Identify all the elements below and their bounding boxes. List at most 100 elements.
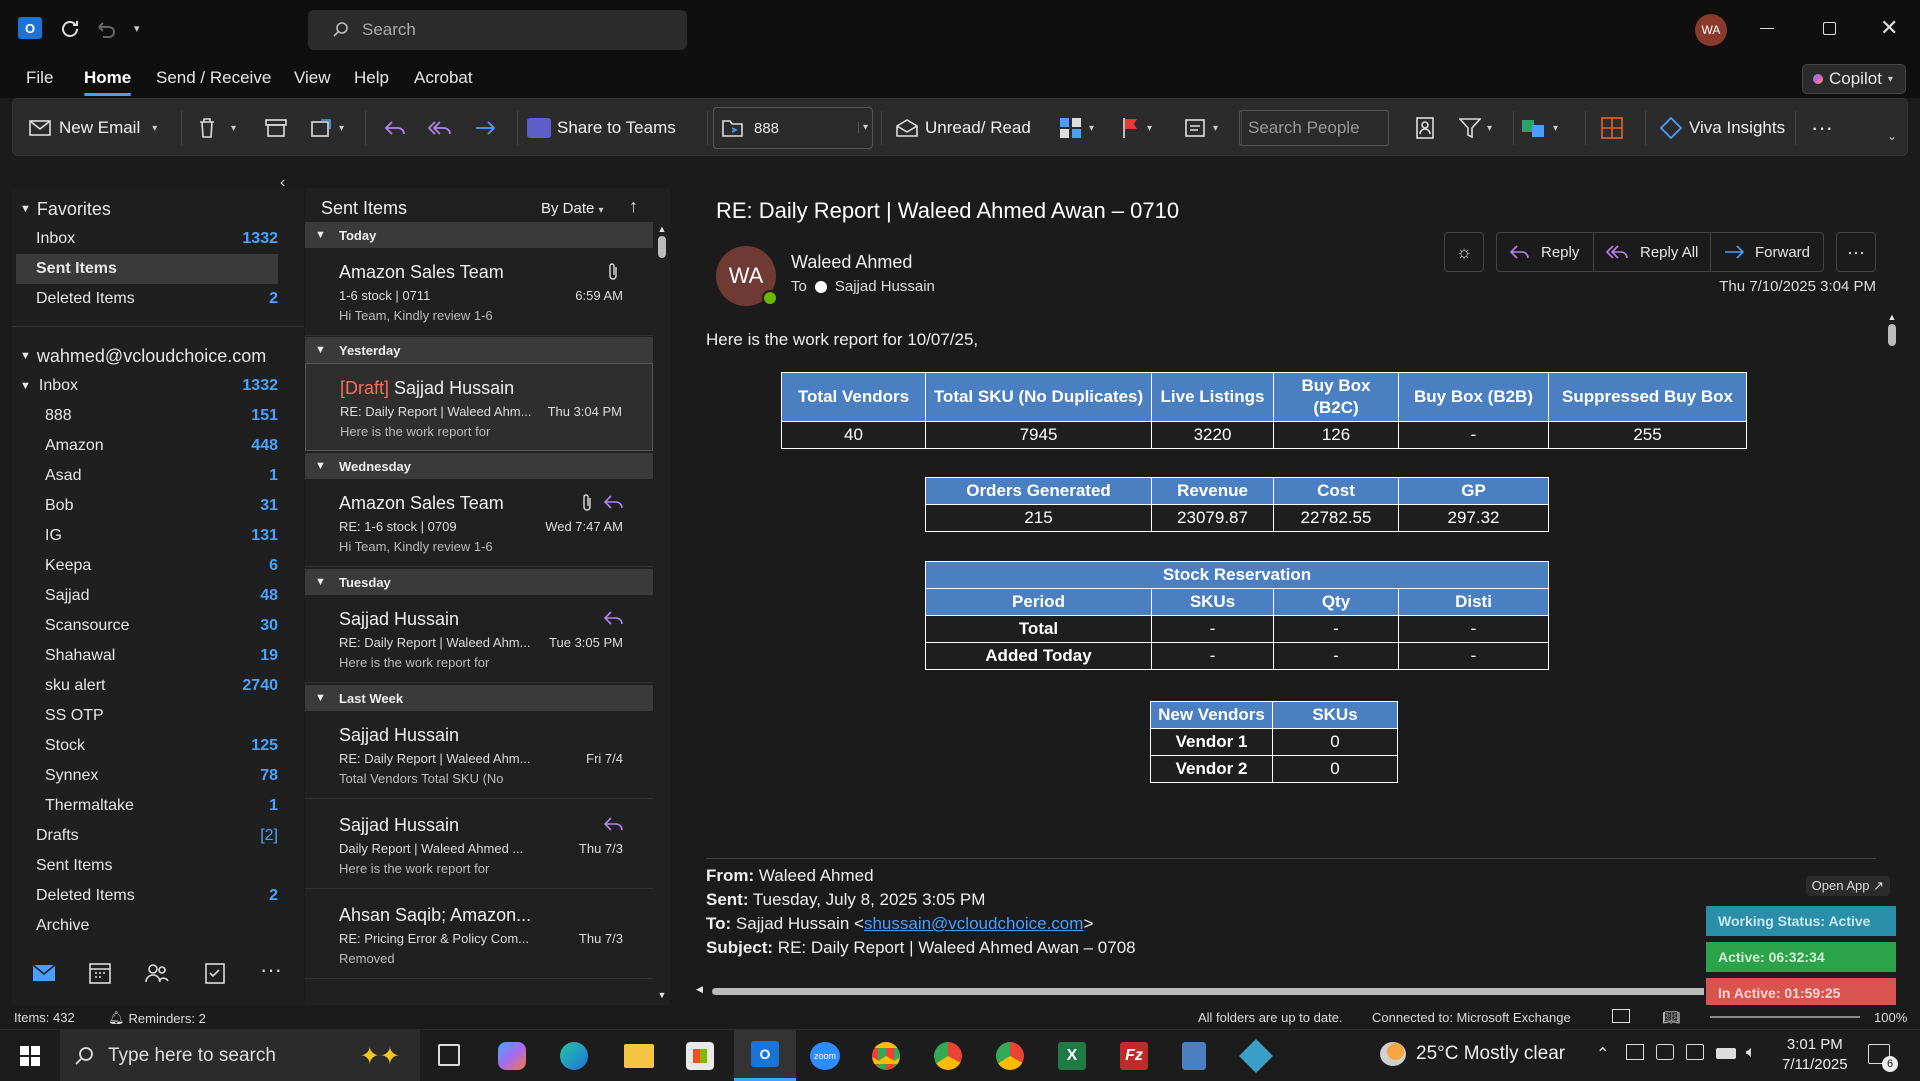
apps-button[interactable] — [1601, 99, 1623, 157]
maximize-button[interactable] — [1823, 22, 1836, 35]
chrome-icon[interactable] — [872, 1042, 900, 1070]
store-icon[interactable] — [686, 1042, 714, 1070]
network-icon[interactable] — [1626, 1044, 1644, 1060]
new-email-button[interactable]: New Email ▾ — [29, 99, 157, 157]
filezilla-icon[interactable]: Fz — [1120, 1042, 1148, 1070]
tab-acrobat[interactable]: Acrobat — [414, 68, 473, 88]
undo-button[interactable] — [383, 99, 407, 157]
folder-item[interactable]: Archive — [12, 911, 304, 941]
folder-item[interactable]: Drafts [2] — [12, 821, 304, 851]
show-hidden-icons[interactable]: ⌃ — [1596, 1044, 1609, 1064]
subfolder-item[interactable]: Stock 125 — [12, 731, 304, 761]
list-item-selected[interactable]: [Draft] Sajjad Hussain RE: Daily Report … — [305, 363, 653, 451]
account-header[interactable]: ▼ wahmed@vcloudchoice.com — [12, 341, 304, 371]
subfolder-item[interactable]: Asad 1 — [12, 461, 304, 491]
calendar-icon[interactable] — [88, 961, 112, 985]
list-item[interactable]: Sajjad Hussain RE: Daily Report | Waleed… — [305, 711, 653, 799]
reply-button[interactable]: Reply — [1496, 232, 1594, 272]
body-scrollbar[interactable]: ▲ — [1886, 312, 1898, 752]
archive-button[interactable] — [265, 99, 287, 157]
chrome-profile-icon[interactable] — [934, 1042, 962, 1070]
display-icon[interactable] — [1686, 1044, 1704, 1060]
scroll-thumb[interactable] — [712, 988, 1712, 995]
more-actions-button[interactable]: ··· — [1836, 232, 1876, 272]
meet-now-icon[interactable] — [1656, 1044, 1674, 1060]
open-app-button[interactable]: Open App ↗ — [1805, 876, 1890, 896]
scroll-up-icon[interactable]: ▲ — [1886, 312, 1898, 322]
outlook-taskbar-icon[interactable]: O — [734, 1030, 796, 1081]
group-header-last-week[interactable]: ▼ Last Week — [305, 685, 653, 711]
mail-icon[interactable] — [32, 963, 56, 983]
subfolder-item[interactable]: IG 131 — [12, 521, 304, 551]
subfolder-item[interactable]: Keepa 6 — [12, 551, 304, 581]
close-button[interactable]: ✕ — [1880, 15, 1898, 41]
zoom-level[interactable]: 100% — [1874, 1010, 1907, 1025]
subfolder-item[interactable]: sku alert 2740 — [12, 671, 304, 701]
search-box[interactable]: Search — [308, 10, 687, 50]
share-to-teams-button[interactable]: Share to Teams — [527, 99, 676, 157]
subfolder-item[interactable]: Scansource 30 — [12, 611, 304, 641]
move-to-folder-dropdown[interactable]: 888 ▾ — [713, 107, 873, 149]
windows-start-icon[interactable] — [20, 1046, 40, 1066]
favorite-folder[interactable]: Deleted Items 2 — [12, 284, 304, 314]
sort-direction-icon[interactable]: ↑ — [629, 196, 638, 217]
scroll-left-icon[interactable]: ◀ — [696, 984, 703, 995]
group-header-today[interactable]: ▼ Today — [305, 222, 653, 248]
collapse-ribbon-icon[interactable]: ⌄ — [1887, 129, 1897, 143]
undo-icon[interactable] — [94, 17, 118, 41]
rules-button[interactable]: ▾ — [1185, 99, 1218, 157]
list-item[interactable]: Amazon Sales Team RE: 1-6 stock | 0709 W… — [305, 479, 653, 567]
search-people-input[interactable]: Search People — [1239, 110, 1389, 146]
sync-icon[interactable] — [58, 17, 82, 41]
scroll-up-icon[interactable]: ▲ — [656, 224, 668, 234]
subfolder-item[interactable]: SS OTP — [12, 701, 304, 731]
follow-up-button[interactable]: ▾ — [1121, 99, 1152, 157]
zoom-slider[interactable] — [1710, 1016, 1860, 1018]
app-diamond-icon[interactable] — [1239, 1039, 1273, 1073]
zoom-app-icon[interactable]: zoom — [810, 1042, 840, 1070]
subfolder-item[interactable]: Synnex 78 — [12, 761, 304, 791]
calculator-icon[interactable] — [1182, 1042, 1206, 1070]
tab-home[interactable]: Home — [84, 68, 132, 96]
edge-icon[interactable] — [560, 1042, 588, 1070]
group-header-wednesday[interactable]: ▼ Wednesday — [305, 453, 653, 479]
excel-icon[interactable]: X — [1058, 1042, 1086, 1070]
theme-toggle-button[interactable]: ☼ — [1444, 232, 1484, 272]
taskbar-search[interactable]: Type here to search ✦✦ — [60, 1030, 420, 1081]
avatar[interactable]: WA — [1695, 14, 1727, 46]
move-button[interactable]: ▾ — [311, 99, 344, 157]
favorite-folder-selected[interactable]: Sent Items — [16, 254, 278, 284]
list-item[interactable]: Amazon Sales Team 1-6 stock | 0711 6:59 … — [305, 248, 653, 336]
list-scrollbar[interactable]: ▲ ▼ — [656, 224, 668, 1000]
more-apps-icon[interactable]: ··· — [260, 957, 282, 983]
tab-help[interactable]: Help — [354, 68, 389, 88]
filter-email-button[interactable]: ▾ — [1459, 99, 1492, 157]
list-item[interactable]: Sajjad Hussain RE: Daily Report | Waleed… — [305, 595, 653, 683]
subfolder-item[interactable]: Amazon 448 — [12, 431, 304, 461]
inbox-folder[interactable]: ▼ Inbox 1332 — [12, 371, 304, 401]
subfolder-item[interactable]: Thermaltake 1 — [12, 791, 304, 821]
group-header-tuesday[interactable]: ▼ Tuesday — [305, 569, 653, 595]
task-view-icon[interactable] — [438, 1044, 460, 1066]
subfolder-item[interactable]: Shahawal 19 — [12, 641, 304, 671]
customize-toolbar-icon[interactable]: ▾ — [134, 22, 140, 35]
list-item[interactable]: Sajjad Hussain Daily Report | Waleed Ahm… — [305, 801, 653, 889]
weather-widget[interactable]: 25°C Mostly clear — [1380, 1042, 1565, 1066]
volume-icon[interactable]: 🔈︎ — [1746, 1044, 1756, 1062]
translate-button[interactable]: ▾ — [1521, 99, 1558, 157]
subfolder-item[interactable]: Sajjad 48 — [12, 581, 304, 611]
reading-view-icon[interactable]: 📖︎ — [1662, 1009, 1680, 1026]
subfolder-item[interactable]: Bob 31 — [12, 491, 304, 521]
clock[interactable]: 3:01 PM 7/11/2025 — [1782, 1035, 1848, 1075]
folder-item[interactable]: Deleted Items 2 — [12, 881, 304, 911]
tab-send-receive[interactable]: Send / Receive — [156, 68, 271, 88]
more-options-button[interactable]: ··· — [1811, 99, 1833, 157]
recipient-name[interactable]: Sajjad Hussain — [835, 278, 935, 295]
address-book-button[interactable] — [1415, 99, 1435, 157]
scroll-down-icon[interactable]: ▼ — [656, 990, 668, 1000]
email-link[interactable]: shussain@vcloudchoice.com — [864, 914, 1083, 933]
reply-all-button[interactable]: Reply All — [1593, 232, 1711, 272]
sort-dropdown[interactable]: By Date ▾ — [541, 200, 604, 217]
reply-all-ribbon-button[interactable] — [427, 99, 453, 157]
tasks-icon[interactable] — [204, 961, 226, 985]
